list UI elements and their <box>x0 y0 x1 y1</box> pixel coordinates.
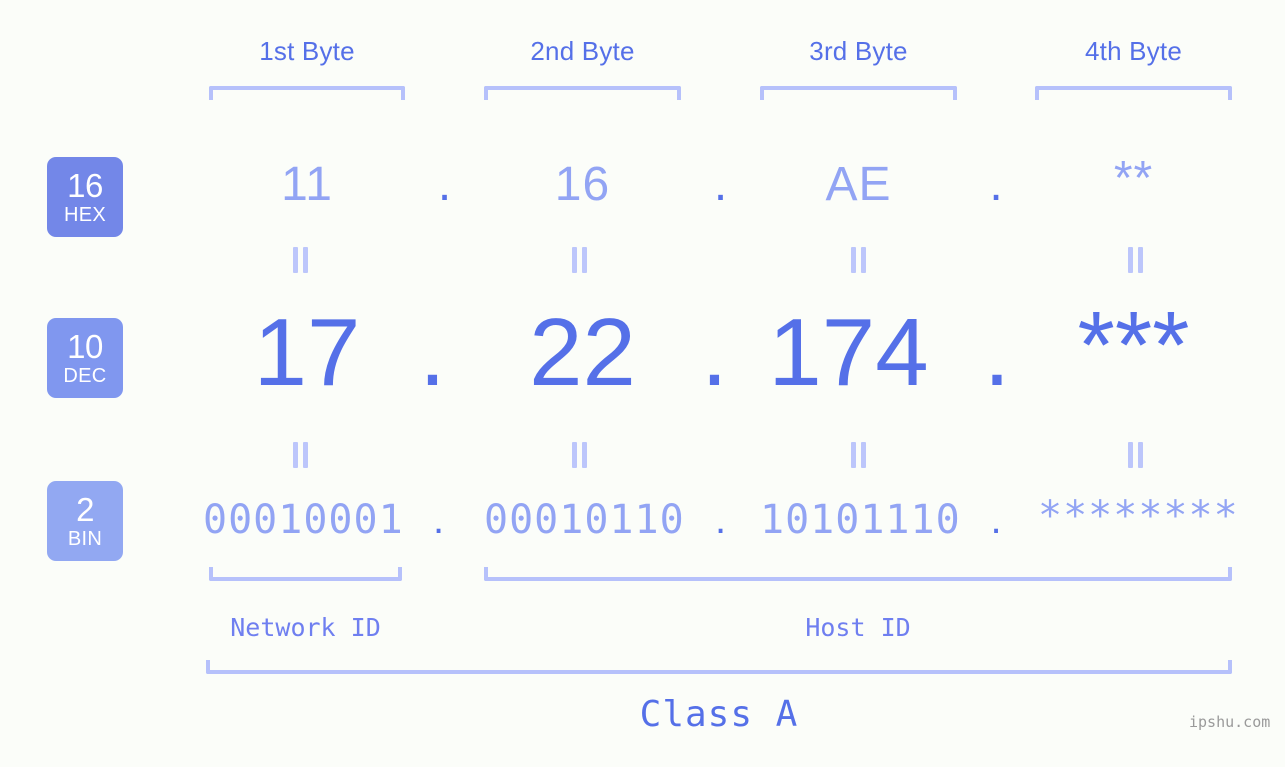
base-badge-bin-number: 2 <box>76 491 94 528</box>
bin-separator-3: . <box>990 498 1002 542</box>
byte-bracket-top-4 <box>1035 86 1232 100</box>
dec-separator-1: . <box>419 299 446 406</box>
class-bracket <box>206 660 1232 674</box>
base-badge-bin: 2 BIN <box>47 481 123 561</box>
base-badge-hex-name: HEX <box>63 204 107 226</box>
byte-header-1: 1st Byte <box>259 36 355 66</box>
class-label: Class A <box>639 694 799 735</box>
bin-byte-1: 00010001 <box>203 497 404 543</box>
equality-mark-decbin-4 <box>1128 442 1144 468</box>
hex-byte-2: 16 <box>554 158 611 211</box>
dec-byte-4: *** <box>1077 292 1190 399</box>
equality-mark-decbin-1 <box>293 442 309 468</box>
hex-byte-4: ** <box>1113 152 1154 205</box>
base-badge-hex: 16 HEX <box>47 157 123 237</box>
equality-mark-hexdec-3 <box>851 247 867 273</box>
site-watermark: ipshu.com <box>1189 713 1271 731</box>
bin-byte-4: ******** <box>1038 493 1239 539</box>
hex-separator-2: . <box>713 158 728 211</box>
bin-separator-2: . <box>714 498 727 542</box>
dec-separator-3: . <box>983 299 1011 406</box>
base-badge-dec-name: DEC <box>63 365 107 387</box>
bin-byte-2: 00010110 <box>484 497 685 543</box>
equality-mark-decbin-2 <box>572 442 588 468</box>
hex-separator-1: . <box>437 158 452 211</box>
byte-header-2: 2nd Byte <box>530 36 635 66</box>
network-id-label: Network ID <box>230 613 381 642</box>
byte-bracket-top-2 <box>484 86 681 100</box>
host-id-label: Host ID <box>805 613 911 642</box>
byte-bracket-top-3 <box>760 86 957 100</box>
byte-header-3: 3rd Byte <box>809 36 908 66</box>
dec-byte-1: 17 <box>253 299 361 406</box>
bin-byte-3: 10101110 <box>760 497 961 543</box>
dec-byte-3: 174 <box>768 299 929 406</box>
base-badge-hex-number: 16 <box>67 167 103 204</box>
hex-byte-3: AE <box>825 158 892 211</box>
base-badge-dec-number: 10 <box>67 328 103 365</box>
base-badge-bin-name: BIN <box>67 528 103 550</box>
hex-byte-1: 11 <box>281 158 333 211</box>
equality-mark-hexdec-1 <box>293 247 309 273</box>
bin-separator-1: . <box>432 498 445 542</box>
dec-byte-2: 22 <box>529 299 636 406</box>
base-badge-dec: 10 DEC <box>47 318 123 398</box>
equality-mark-decbin-3 <box>851 442 867 468</box>
hex-separator-3: . <box>989 158 1003 211</box>
ip-breakdown-diagram: 1st Byte 2nd Byte 3rd Byte 4th Byte 16 H… <box>0 0 1285 767</box>
byte-bracket-top-1 <box>209 86 405 100</box>
host-id-bracket <box>484 567 1232 581</box>
equality-mark-hexdec-2 <box>572 247 588 273</box>
dec-separator-2: . <box>701 299 728 406</box>
network-id-bracket <box>209 567 402 581</box>
byte-header-4: 4th Byte <box>1085 36 1182 66</box>
equality-mark-hexdec-4 <box>1128 247 1144 273</box>
